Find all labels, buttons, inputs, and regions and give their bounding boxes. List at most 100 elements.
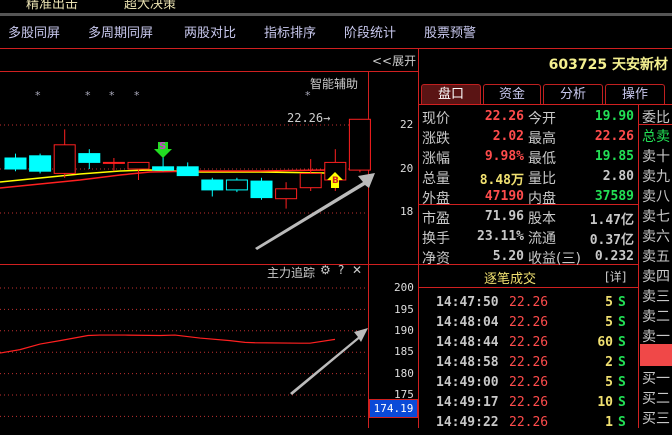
- expand-button[interactable]: <<展开: [372, 52, 416, 69]
- candle-body: [78, 153, 101, 163]
- divider: [0, 13, 672, 16]
- quote-label: 最低: [528, 151, 556, 167]
- menu-multi-period[interactable]: 多周期同屏: [88, 22, 153, 41]
- divider: [638, 104, 639, 428]
- candle-body: [275, 188, 298, 200]
- indicator-title: 主力追踪: [267, 266, 316, 280]
- trade-row: 14:48:58 22.26 2 S: [421, 355, 636, 375]
- sell-level-label: 卖八: [642, 189, 670, 205]
- fund-label: 流通: [528, 231, 556, 247]
- divider: [418, 287, 638, 288]
- assist-label[interactable]: 智能辅助: [310, 75, 358, 92]
- tab-operation[interactable]: 操作: [605, 84, 665, 104]
- buy-signal-icon: B: [332, 176, 339, 186]
- trade-row: 14:48:44 22.26 60 S: [421, 335, 636, 355]
- total-sell-label: 总卖: [642, 129, 670, 145]
- y-tick: 180: [394, 367, 414, 380]
- divider: [0, 48, 672, 49]
- top-tab[interactable]: 超大决策: [124, 0, 176, 12]
- quote-label: 量比: [528, 171, 556, 187]
- sell-signal-icon: S: [159, 141, 167, 152]
- menu-indicator-sort[interactable]: 指标排序: [264, 22, 316, 41]
- fund-value: 23.11%: [477, 229, 524, 244]
- tab-handicap[interactable]: 盘口: [421, 84, 481, 104]
- trade-side: S: [618, 335, 626, 350]
- trade-time: 14:49:00: [436, 375, 499, 390]
- y-tick: 195: [394, 303, 414, 316]
- trade-price: 22.26: [509, 335, 549, 350]
- trade-price: 22.26: [509, 315, 549, 330]
- trade-volume: 60: [597, 335, 613, 350]
- close-icon[interactable]: ✕: [352, 263, 362, 277]
- fund-value: 5.20: [492, 249, 524, 264]
- quote-value: 9.98%: [484, 149, 524, 164]
- fund-label: 净资: [422, 251, 450, 267]
- help-icon[interactable]: ?: [338, 263, 344, 277]
- current-price-highlight: [640, 344, 672, 366]
- indicator-line: [0, 334, 336, 354]
- top-tab[interactable]: 精准出击: [26, 0, 78, 12]
- star-marker-icon: *: [109, 89, 115, 102]
- trade-row: 14:48:04 22.26 5 S: [421, 315, 636, 335]
- menu-stage-stats[interactable]: 阶段统计: [344, 22, 396, 41]
- y-tick: 190: [394, 324, 414, 337]
- trade-row: 14:49:00 22.26 5 S: [421, 375, 636, 395]
- quote-label: 现价: [422, 111, 450, 127]
- quote-value: 8.48万: [479, 173, 524, 188]
- trade-side: S: [618, 315, 626, 330]
- gear-icon[interactable]: ⚙: [320, 263, 331, 277]
- high-price-marker: 22.26→: [287, 111, 331, 125]
- fund-value: 71.96: [484, 209, 524, 224]
- candlestick-chart[interactable]: * * * * *: [0, 72, 418, 264]
- quote-value: 19.90: [594, 109, 634, 124]
- trade-row: 14:47:50 22.26 5 S: [421, 295, 636, 315]
- candle-body: [4, 157, 27, 170]
- divider: [418, 48, 419, 428]
- sell-level-label: 卖十: [642, 149, 670, 165]
- trade-time: 14:48:44: [436, 335, 499, 350]
- arrow-annotation-icon: [290, 328, 368, 395]
- menu-compare[interactable]: 两股对比: [184, 22, 236, 41]
- indicator-chart[interactable]: [0, 265, 418, 428]
- sell-level-label: 卖五: [642, 249, 670, 265]
- fund-value: 0.37亿: [589, 233, 634, 248]
- candle-body: [29, 155, 52, 172]
- quote-value: 22.26: [594, 129, 634, 144]
- menu-multi-stock[interactable]: 多股同屏: [8, 22, 60, 41]
- current-value-badge: 174.19: [369, 399, 418, 418]
- quote-label: 外盘: [422, 191, 450, 207]
- tab-funds[interactable]: 资金: [483, 84, 541, 104]
- trade-price: 22.26: [509, 295, 549, 310]
- trade-side: S: [618, 395, 626, 410]
- buy-level-label: 买二: [642, 391, 670, 407]
- y-tick: 200: [394, 281, 414, 294]
- quote-label: 涨跌: [422, 131, 450, 147]
- quote-label: 总量: [422, 171, 450, 187]
- y-tick: 18: [400, 205, 414, 218]
- candle-body: [102, 161, 125, 164]
- candle-body: [348, 118, 371, 171]
- candle-body: [152, 166, 175, 171]
- trade-price: 22.26: [509, 395, 549, 410]
- trades-detail-link[interactable]: [详]: [605, 268, 626, 285]
- quote-value: 37589: [594, 189, 634, 204]
- candle-body: [201, 179, 224, 191]
- trade-volume: 5: [605, 295, 613, 310]
- trade-time: 14:48:58: [436, 355, 499, 370]
- sell-level-label: 卖七: [642, 209, 670, 225]
- divider: [418, 104, 672, 105]
- trades-title: 逐笔成交: [484, 272, 537, 287]
- fund-value: 0.232: [594, 249, 634, 264]
- star-marker-icon: *: [35, 89, 41, 102]
- sell-level-label: 卖一: [642, 329, 670, 345]
- trade-volume: 5: [605, 375, 613, 390]
- star-marker-icon: *: [85, 89, 91, 102]
- candle-body: [250, 180, 273, 199]
- sell-level-label: 卖九: [642, 169, 670, 185]
- tab-analysis[interactable]: 分析: [543, 84, 603, 104]
- candle-body: [53, 144, 76, 174]
- trade-volume: 5: [605, 315, 613, 330]
- trade-side: S: [618, 295, 626, 310]
- quote-label: 最高: [528, 131, 556, 147]
- menu-stock-alert[interactable]: 股票预警: [424, 22, 476, 41]
